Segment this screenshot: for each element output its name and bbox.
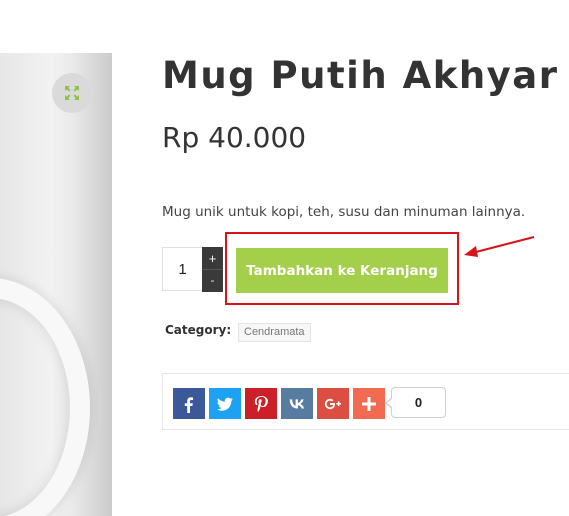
- quantity-input[interactable]: 1: [162, 247, 202, 291]
- quantity-decrement-button[interactable]: -: [202, 269, 223, 292]
- google-plus-icon: [324, 398, 341, 409]
- share-more-button[interactable]: [353, 388, 385, 419]
- pinterest-icon: [254, 395, 268, 412]
- share-pinterest-button[interactable]: [245, 388, 277, 419]
- share-twitter-button[interactable]: [209, 388, 241, 419]
- expand-icon: [65, 86, 79, 100]
- product-price: Rp 40.000: [162, 121, 307, 154]
- share-google-plus-button[interactable]: [317, 388, 349, 419]
- share-count-badge: 0: [385, 387, 446, 418]
- product-image[interactable]: [0, 53, 112, 516]
- category-label: Category:: [165, 323, 232, 337]
- facebook-icon: [184, 396, 193, 413]
- quantity-stepper[interactable]: + -: [202, 247, 223, 292]
- zoom-button[interactable]: [52, 73, 92, 113]
- category-link[interactable]: Cendramata: [238, 323, 311, 342]
- share-facebook-button[interactable]: [173, 388, 205, 419]
- add-to-cart-button[interactable]: Tambahkan ke Keranjang: [236, 248, 448, 293]
- product-description: Mug unik untuk kopi, teh, susu dan minum…: [162, 204, 526, 220]
- annotation-arrow-icon: [464, 236, 535, 257]
- twitter-icon: [217, 397, 233, 411]
- product-title: Mug Putih Akhyar: [162, 54, 559, 97]
- quantity-increment-button[interactable]: +: [202, 247, 223, 269]
- share-vk-button[interactable]: [281, 388, 313, 419]
- vk-icon: [289, 398, 305, 408]
- plus-icon: [362, 396, 376, 411]
